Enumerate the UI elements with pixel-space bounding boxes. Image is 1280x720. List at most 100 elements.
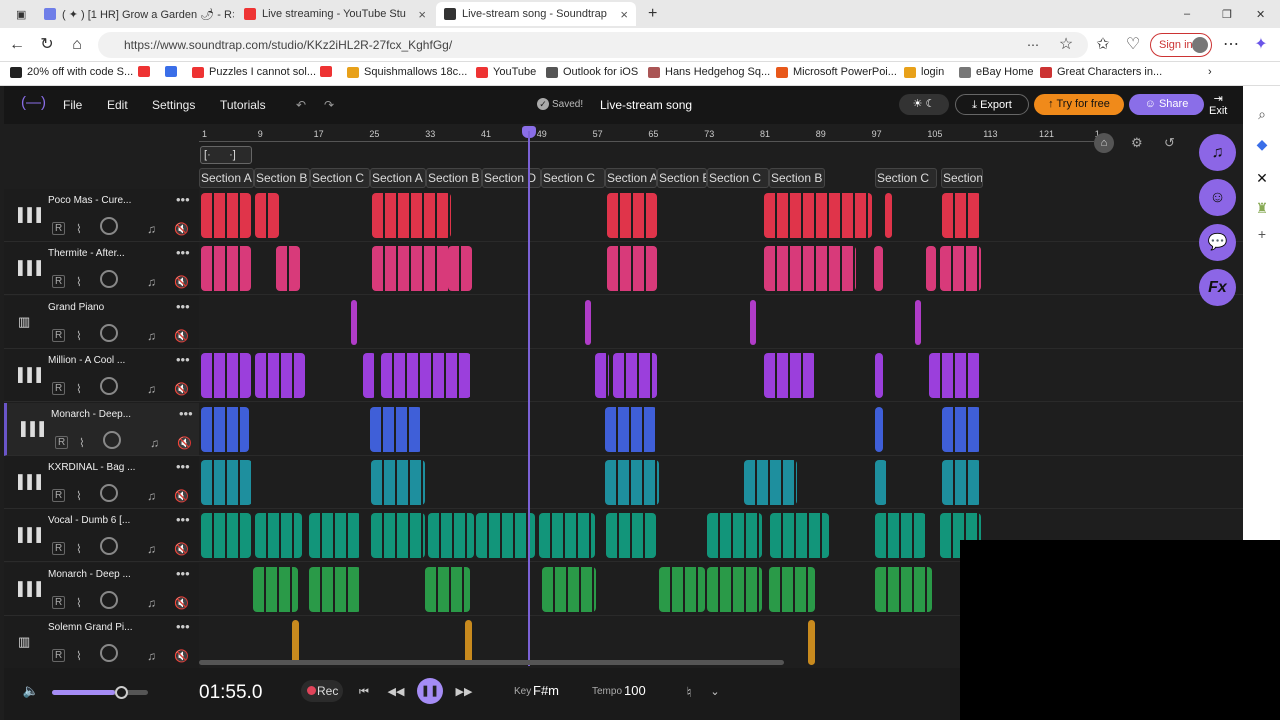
record-arm-icon[interactable]: R [52,542,66,556]
shopping-icon[interactable]: ◆ [1254,136,1270,152]
volume-knob-icon[interactable] [100,590,118,609]
audio-clip[interactable] [363,353,376,399]
audio-clip[interactable] [201,406,249,452]
record-arm-icon[interactable]: R [52,489,66,502]
automation-icon[interactable]: ⌇ [76,596,82,610]
record-arm-icon[interactable]: R [52,222,66,235]
audio-clip[interactable] [659,566,705,612]
volume-knob-icon[interactable] [100,377,118,396]
tab-grow-garden[interactable]: ( ✦ ) [1 HR] Grow a Garden 🌶 - R × [36,2,234,26]
section-marker[interactable]: Section C [875,168,937,188]
menu-settings[interactable]: Settings [152,98,195,112]
audio-clip[interactable] [370,406,422,452]
track-name[interactable]: Grand Piano [48,302,138,313]
track-menu-icon[interactable]: ••• [176,352,190,367]
track-lane[interactable] [199,189,1243,242]
collaborators-button[interactable]: ☺ [1199,179,1236,216]
metronome-icon[interactable]: ⌂ [1094,133,1114,153]
bookmark-item[interactable]: Great Characters in... [1040,66,1162,78]
tempo-value[interactable]: 100 [624,683,646,698]
section-marker[interactable]: Section D [482,168,541,188]
track-menu-icon[interactable]: ••• [179,406,193,421]
headphones-icon[interactable]: ♫ [147,382,156,396]
track-header[interactable]: ▌▌▌ Thermite - After... ••• R ⌇ ♫ 🔇 [4,242,199,296]
bookmark-item[interactable]: login [904,66,944,78]
menu-file[interactable]: File [63,98,82,112]
audio-clip[interactable] [201,513,251,559]
audio-clip[interactable] [707,566,762,612]
back-icon[interactable]: ← [6,34,28,56]
bookmark-item[interactable]: 20% off with code S... [10,66,133,78]
bookmark-item[interactable]: Microsoft PowerPoi... [776,66,897,78]
skip-start-icon[interactable]: ⏮ [353,682,375,702]
volume-knob-icon[interactable] [100,484,118,502]
audio-clip[interactable] [942,193,981,238]
track-menu-icon[interactable]: ••• [176,245,190,260]
soundtrap-logo[interactable]: (—) [21,94,46,111]
bookmark-item[interactable]: YouTube [476,66,536,78]
master-volume-slider[interactable] [52,686,148,699]
pause-button[interactable]: ❚❚ [417,678,443,704]
bookmark-item[interactable] [320,66,337,77]
track-name[interactable]: Thermite - After... [48,248,138,259]
track-menu-icon[interactable]: ••• [176,459,190,474]
mute-icon[interactable]: 🔇 [174,542,189,556]
track-header[interactable]: ▌▌▌ Million - A Cool ... ••• R ⌇ ♫ 🔇 [4,349,199,403]
exit-button[interactable]: ⇥ Exit [1209,92,1227,117]
record-arm-icon[interactable]: R [52,382,66,396]
mute-icon[interactable]: 🔇 [174,222,189,236]
record-arm-icon[interactable]: R [52,595,66,609]
mute-icon[interactable]: 🔇 [174,649,189,663]
audio-clip[interactable] [201,353,251,399]
section-marker[interactable]: Section B [769,168,825,188]
track-header[interactable]: ▌▌▌ Monarch - Deep... ••• R ⌇ ♫ 🔇 [4,402,199,456]
mute-icon[interactable]: 🔇 [174,275,189,289]
audio-clip[interactable] [607,246,657,292]
headphones-icon[interactable]: ♫ [147,275,156,289]
volume-icon[interactable]: 🔈 [20,681,42,701]
chevron-right-icon[interactable]: › [1208,66,1212,78]
favorites-icon[interactable]: ✩ [1092,34,1114,56]
sign-in-button[interactable]: Sign in [1150,33,1212,57]
automation-icon[interactable]: ⌇ [76,329,82,343]
automation-icon[interactable]: ⌇ [76,489,82,503]
section-marker[interactable]: Section A [605,168,657,188]
mute-icon[interactable]: 🔇 [177,436,192,450]
chevron-down-icon[interactable]: ⌄ [704,682,726,702]
audio-clip[interactable] [255,193,279,238]
copilot-icon[interactable]: ✦ [1250,34,1272,56]
playhead[interactable] [528,131,530,666]
song-title[interactable]: Live-stream song [600,98,692,112]
track-header[interactable]: ▌▌▌ KXRDINAL - Bag ... ••• R ⌇ ♫ 🔇 [4,456,199,509]
audio-clip[interactable] [885,193,892,238]
track-menu-icon[interactable]: ••• [176,192,190,207]
bookmark-item[interactable]: Puzzles I cannot sol... [192,66,316,78]
volume-knob-icon[interactable] [103,430,121,449]
audio-clip[interactable] [940,246,981,292]
audio-clip[interactable] [605,406,657,452]
tab-soundtrap[interactable]: Live-stream song - Soundtrap × [436,2,636,26]
track-header[interactable]: ▥ Grand Piano ••• R ⌇ ♫ 🔇 [4,295,199,349]
audio-clip[interactable] [595,353,609,399]
audio-clip[interactable] [750,299,756,345]
track-menu-icon[interactable]: ••• [176,299,190,314]
track-lane[interactable] [199,295,1243,349]
track-lane[interactable] [199,402,1243,456]
section-marker[interactable]: Section C [541,168,605,188]
audio-clip[interactable] [770,513,829,559]
tuner-icon[interactable]: ♮ [678,682,700,702]
audio-clip[interactable] [539,513,595,559]
track-name[interactable]: Vocal - Dumb 6 [... [48,515,138,526]
headphones-icon[interactable]: ♫ [147,222,156,236]
audio-clip[interactable] [255,353,305,399]
settings-gear-icon[interactable]: ⚙ [1131,135,1143,151]
track-name[interactable]: Monarch - Deep... [51,409,141,420]
automation-icon[interactable]: ⌇ [76,275,82,289]
audio-clip[interactable] [425,566,470,612]
horizontal-scrollbar[interactable] [199,660,784,665]
audio-clip[interactable] [606,513,656,559]
audio-clip[interactable] [875,566,932,612]
bookmark-item[interactable] [165,66,182,77]
audio-clip[interactable] [744,460,797,505]
mute-icon[interactable]: 🔇 [174,382,189,396]
